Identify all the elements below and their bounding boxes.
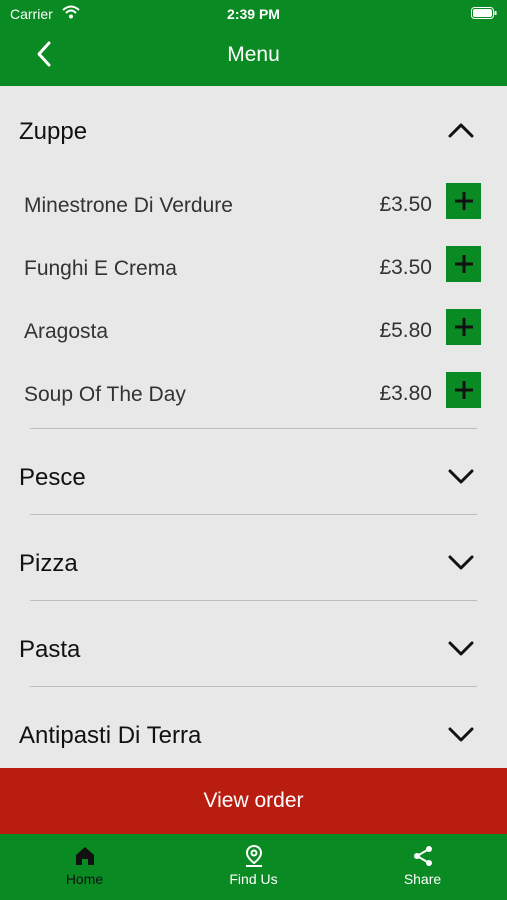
menu-item: Aragosta £5.80 bbox=[0, 302, 507, 365]
tab-label: Find Us bbox=[229, 871, 278, 887]
tab-find-us[interactable]: Find Us bbox=[169, 834, 338, 900]
item-price: £3.50 bbox=[379, 256, 432, 279]
tab-label: Share bbox=[403, 871, 442, 887]
category-zuppe[interactable]: Zuppe bbox=[0, 86, 507, 176]
map-pin-icon bbox=[245, 844, 262, 867]
category-name: Zuppe bbox=[19, 118, 88, 145]
add-item-button[interactable] bbox=[446, 246, 481, 282]
category-antipasti-di-terra[interactable]: Antipasti Di Terra bbox=[0, 687, 507, 768]
chevron-up-icon[interactable] bbox=[448, 122, 474, 138]
item-price: £5.80 bbox=[379, 319, 432, 342]
category-name: Pesce bbox=[19, 464, 86, 491]
chevron-down-icon[interactable] bbox=[448, 468, 474, 484]
chevron-down-icon[interactable] bbox=[448, 726, 474, 742]
plus-icon bbox=[454, 381, 473, 399]
menu-list: Zuppe Minestrone Di Verdure £3.50 Funghi… bbox=[0, 86, 507, 768]
tab-label: Home bbox=[65, 871, 104, 887]
add-item-button[interactable] bbox=[446, 183, 481, 219]
home-icon bbox=[75, 847, 94, 865]
add-item-button[interactable] bbox=[446, 309, 481, 345]
category-pesce[interactable]: Pesce bbox=[0, 429, 507, 514]
plus-icon bbox=[454, 192, 473, 210]
item-price: £3.50 bbox=[379, 193, 432, 216]
share-icon bbox=[413, 846, 432, 866]
item-price: £3.80 bbox=[379, 382, 432, 405]
page-title: Menu bbox=[227, 43, 280, 66]
category-name: Pasta bbox=[19, 636, 81, 663]
app-header: Carrier 2:39 PM Menu bbox=[0, 0, 507, 86]
status-bar: Carrier 2:39 PM bbox=[0, 0, 507, 28]
item-name: Aragosta bbox=[24, 320, 109, 343]
category-name: Antipasti Di Terra bbox=[19, 722, 202, 749]
category-pasta[interactable]: Pasta bbox=[0, 601, 507, 686]
plus-icon bbox=[454, 318, 473, 336]
add-item-button[interactable] bbox=[446, 372, 481, 408]
tab-home[interactable]: Home bbox=[0, 834, 169, 900]
status-time: 2:39 PM bbox=[227, 6, 280, 22]
plus-icon bbox=[454, 255, 473, 273]
category-pizza[interactable]: Pizza bbox=[0, 515, 507, 600]
item-name: Funghi E Crema bbox=[24, 257, 177, 280]
category-name: Pizza bbox=[19, 550, 78, 577]
tab-bar: Home Find Us Share bbox=[0, 834, 507, 900]
battery-icon bbox=[471, 7, 497, 19]
view-order-button[interactable]: View order bbox=[0, 768, 507, 834]
tab-share[interactable]: Share bbox=[338, 834, 507, 900]
menu-item: Funghi E Crema £3.50 bbox=[0, 239, 507, 302]
item-name: Soup Of The Day bbox=[24, 383, 186, 406]
menu-item: Minestrone Di Verdure £3.50 bbox=[0, 176, 507, 239]
chevron-down-icon[interactable] bbox=[448, 640, 474, 656]
item-name: Minestrone Di Verdure bbox=[24, 194, 233, 217]
menu-item: Soup Of The Day £3.80 bbox=[0, 365, 507, 428]
chevron-down-icon[interactable] bbox=[448, 554, 474, 570]
